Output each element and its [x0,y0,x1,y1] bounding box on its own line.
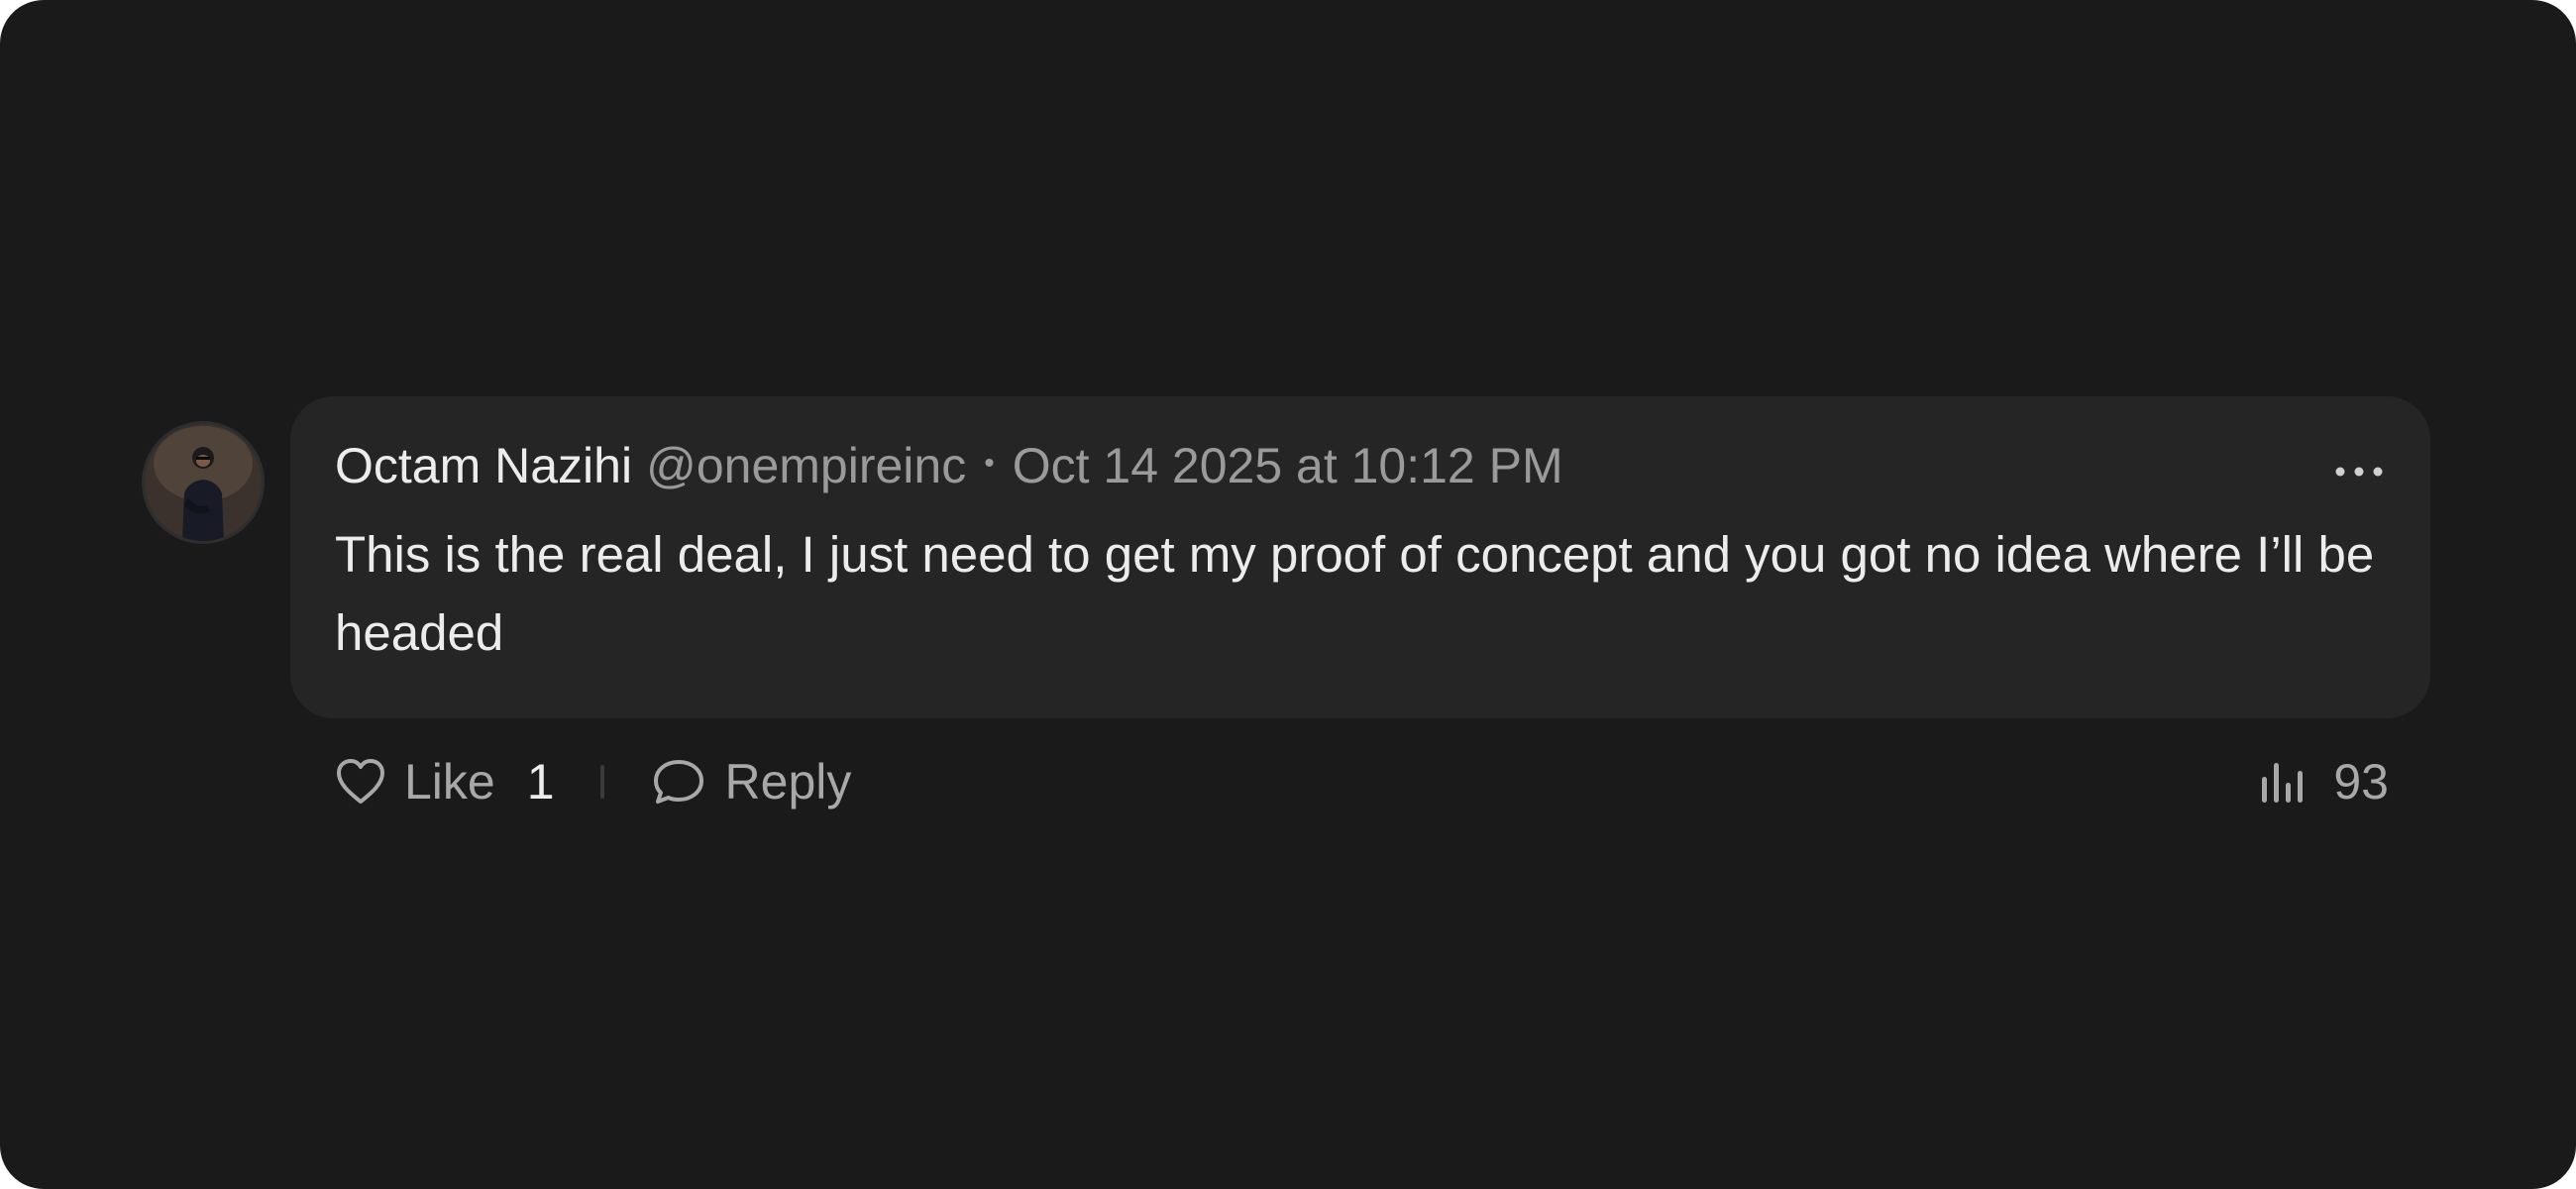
comment-timestamp: Oct 14 2025 at 10:12 PM [1012,438,1563,493]
like-count: 1 [526,754,555,810]
speech-bubble-icon [653,760,703,804]
views-counter[interactable]: 93 [2260,753,2389,811]
reply-button[interactable]: Reply [652,753,852,811]
comment-card-frame: Octam Nazihi @onempireinc • Oct 14 2025 … [0,0,2576,1189]
views-count: 93 [2333,754,2389,810]
bar-chart-icon [2262,763,2304,803]
like-label: Like [404,754,495,810]
heart-icon [337,759,384,804]
reply-label: Reply [724,754,852,810]
like-button[interactable]: Like 1 [335,753,555,811]
avatar[interactable] [145,424,262,541]
author-handle[interactable]: @onempireinc [646,437,966,494]
comment-text: This is the real deal, I just need to ge… [335,526,2375,661]
ellipsis-horizontal-icon [2335,467,2383,477]
comment-header: Octam Nazihi @onempireinc • Oct 14 2025 … [335,436,1563,495]
more-options-button[interactable] [2324,454,2394,489]
avatar-photo [145,424,262,541]
comment-actions: Like 1 Reply 93 [335,737,2396,826]
header-separator: • [984,447,995,480]
action-divider [599,765,604,799]
author-name[interactable]: Octam Nazihi [335,437,632,494]
